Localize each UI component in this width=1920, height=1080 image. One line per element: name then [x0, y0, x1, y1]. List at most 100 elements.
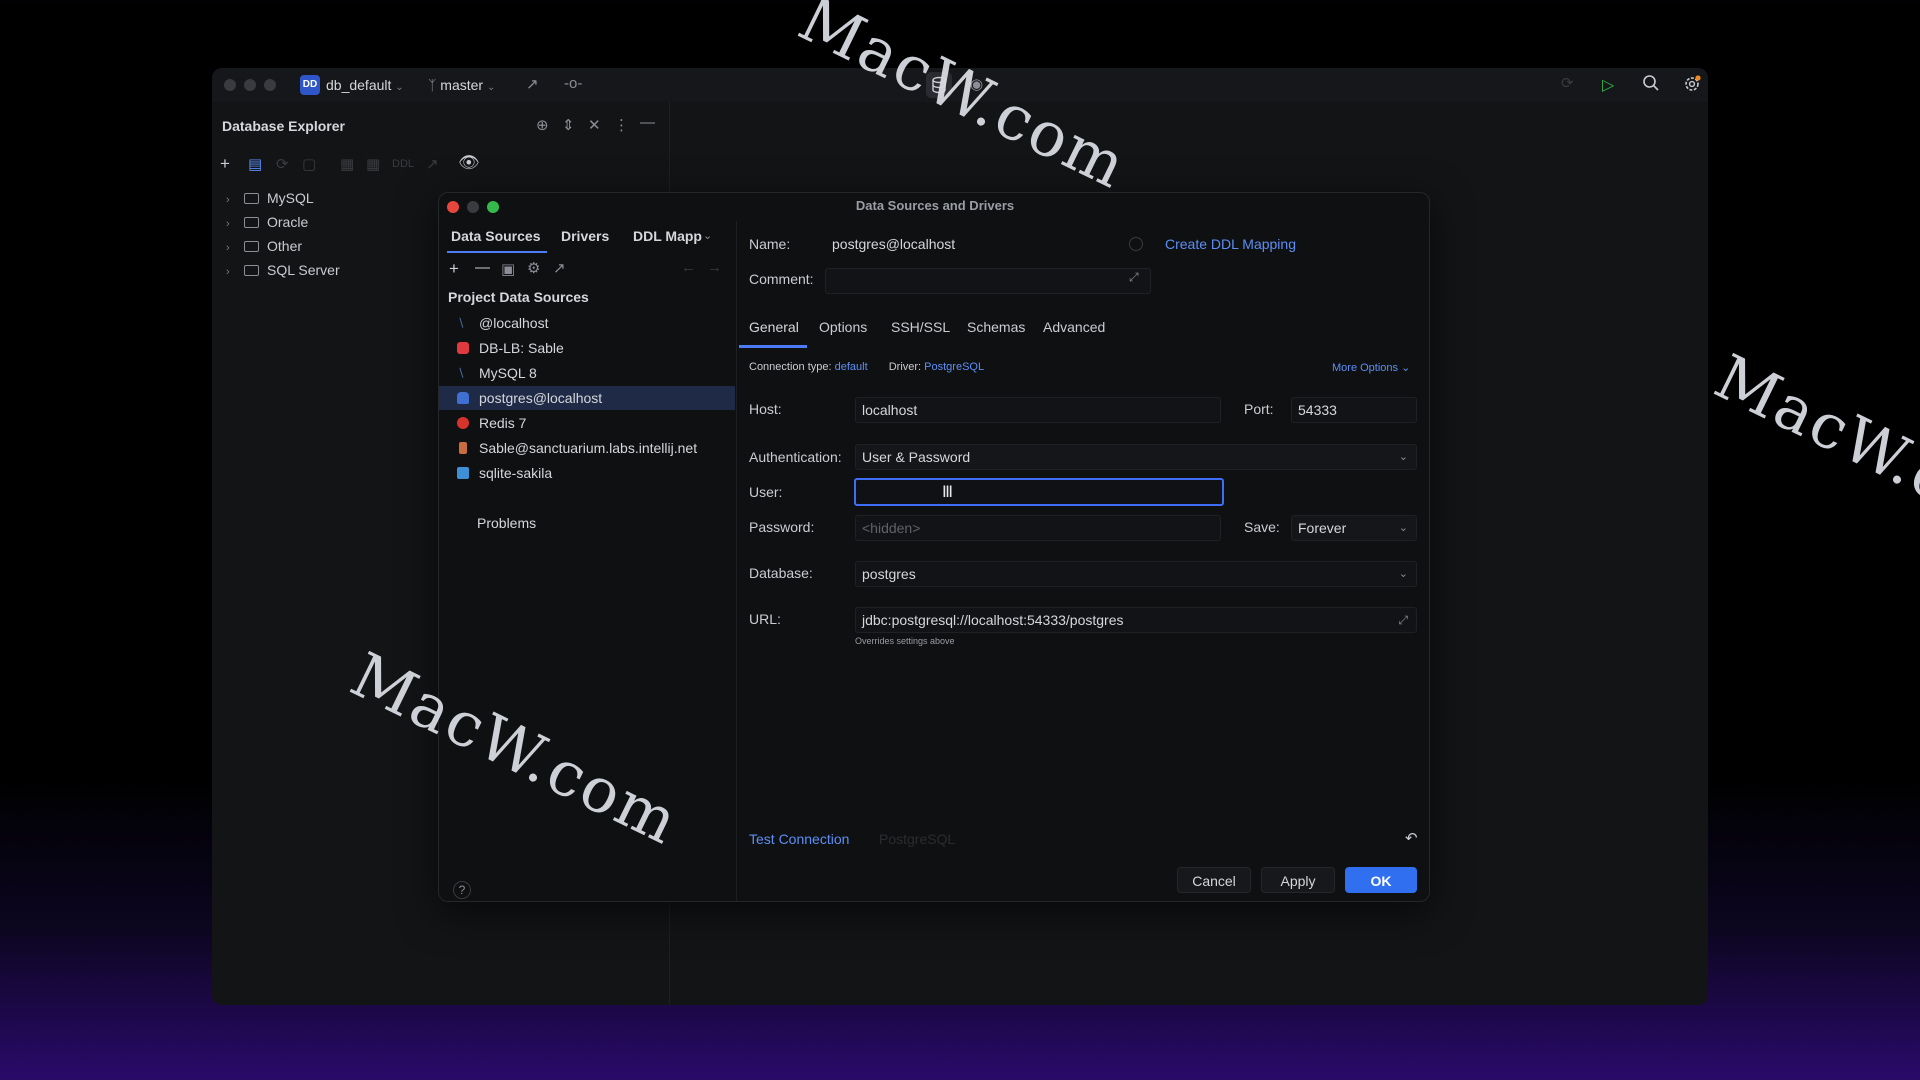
url-label: URL:: [749, 611, 781, 627]
driver-link[interactable]: PostgreSQL: [924, 361, 984, 373]
duplicate-icon[interactable]: ▣: [501, 260, 515, 278]
ok-button[interactable]: OK: [1345, 867, 1417, 893]
port-field[interactable]: 54333: [1291, 397, 1417, 423]
host-field[interactable]: localhost: [855, 397, 1221, 423]
tab-data-sources[interactable]: Data Sources: [451, 228, 540, 244]
search-icon[interactable]: [1642, 74, 1660, 96]
url-field[interactable]: jdbc:postgresql://localhost:54333/postgr…: [855, 607, 1417, 633]
window-minimize-button[interactable]: [244, 79, 256, 91]
tree-folder-other[interactable]: › Other: [226, 238, 302, 260]
data-source-properties-icon[interactable]: ▤: [248, 155, 262, 173]
expand-field-icon[interactable]: ⤢: [1129, 270, 1139, 285]
authentication-value: User & Password: [862, 449, 971, 465]
expand-icon[interactable]: ⇕: [562, 116, 575, 134]
remove-icon[interactable]: —: [475, 259, 490, 276]
minimize-panel-icon[interactable]: —: [640, 114, 655, 131]
chevron-right-icon: ›: [226, 218, 230, 230]
mysql-icon: ∖: [457, 316, 465, 330]
help-button[interactable]: ?: [453, 881, 471, 899]
tree-folder-oracle[interactable]: › Oracle: [226, 214, 308, 236]
tab-ddl-mappings[interactable]: DDL Mapp: [633, 228, 702, 244]
subtab-options[interactable]: Options: [819, 319, 867, 335]
reset-icon[interactable]: ↶: [1405, 829, 1418, 847]
chevron-down-icon[interactable]: ⌄: [703, 229, 712, 242]
authentication-select[interactable]: User & Password ⌄: [855, 444, 1417, 470]
jump-icon[interactable]: ↗: [426, 155, 439, 173]
add-icon[interactable]: +: [220, 154, 230, 174]
data-source-postgres-localhost[interactable]: postgres@localhost: [439, 386, 735, 410]
tree-folder-mysql[interactable]: › MySQL: [226, 190, 314, 212]
project-name: db_default: [326, 77, 392, 93]
grid-icon[interactable]: ▦: [366, 155, 380, 173]
more-options-icon[interactable]: ⋮: [614, 116, 629, 134]
explorer-title: Database Explorer: [222, 118, 345, 134]
chevron-right-icon: ›: [226, 194, 230, 206]
sync-icon[interactable]: ⟳: [1561, 74, 1574, 92]
ddl-icon[interactable]: DDL: [392, 158, 414, 170]
window-zoom-button[interactable]: [264, 79, 276, 91]
postgres-icon: [457, 392, 469, 404]
folder-icon: [244, 217, 259, 228]
expand-field-icon[interactable]: ⤢: [1398, 608, 1408, 632]
port-label: Port:: [1244, 401, 1274, 417]
color-picker-icon[interactable]: [1129, 237, 1143, 251]
data-source-label: MySQL 8: [479, 365, 537, 381]
comment-field[interactable]: [825, 268, 1151, 294]
subtab-general[interactable]: General: [749, 319, 799, 335]
problems-link[interactable]: Problems: [477, 515, 536, 531]
sqlite-icon: [457, 467, 469, 479]
refresh-icon[interactable]: ⟳: [276, 155, 289, 173]
subtab-ssh-ssl[interactable]: SSH/SSL: [891, 319, 950, 335]
data-source-redis-7[interactable]: Redis 7: [449, 411, 735, 435]
run-icon[interactable]: ▷: [1602, 75, 1614, 95]
connection-type-link[interactable]: default: [835, 361, 868, 373]
stop-icon[interactable]: ▢: [302, 155, 316, 173]
target-icon[interactable]: ⊕: [536, 116, 549, 134]
tab-drivers[interactable]: Drivers: [561, 228, 609, 244]
table-icon[interactable]: ▦: [340, 155, 354, 173]
apply-button[interactable]: Apply: [1261, 867, 1335, 893]
window-close-button[interactable]: [224, 79, 236, 91]
folder-label: MySQL: [267, 190, 314, 206]
data-source-mysql-8[interactable]: ∖ MySQL 8: [449, 361, 735, 385]
user-field[interactable]: [854, 478, 1224, 506]
data-source-db-lb-sable[interactable]: DB-LB: Sable: [449, 336, 735, 360]
sable-icon: [459, 442, 467, 454]
tree-folder-sql-server[interactable]: › SQL Server: [226, 262, 340, 284]
forward-arrow-icon[interactable]: →: [707, 259, 722, 276]
branch-selector[interactable]: ᛉ master ⌄: [428, 77, 495, 93]
commit-icon[interactable]: -o-: [564, 75, 582, 92]
name-field[interactable]: postgres@localhost: [825, 231, 1151, 257]
subtab-schemas[interactable]: Schemas: [967, 319, 1025, 335]
password-field[interactable]: <hidden>: [855, 515, 1221, 541]
data-source-sable-sanctuarium[interactable]: Sable@sanctuarium.labs.intellij.net: [449, 436, 735, 460]
open-external-icon[interactable]: ↗: [553, 259, 566, 277]
comment-label: Comment:: [749, 271, 814, 287]
create-ddl-mapping-link[interactable]: Create DDL Mapping: [1165, 236, 1296, 252]
data-source-sqlite-sakila[interactable]: sqlite-sakila: [449, 461, 735, 485]
database-value: postgres: [862, 566, 916, 582]
cancel-button[interactable]: Cancel: [1177, 867, 1251, 893]
data-source-label: sqlite-sakila: [479, 465, 553, 481]
project-selector[interactable]: db_default ⌄: [326, 77, 404, 93]
push-arrow-icon[interactable]: ↗: [526, 75, 539, 93]
save-password-select[interactable]: Forever ⌄: [1291, 515, 1417, 541]
chevron-right-icon: ›: [226, 266, 230, 278]
settings-gear-icon[interactable]: [1682, 74, 1702, 97]
settings-icon[interactable]: ⚙: [527, 259, 540, 277]
eye-icon[interactable]: 👁: [458, 153, 480, 173]
test-connection-link[interactable]: Test Connection: [749, 831, 849, 847]
chevron-down-icon: ⌄: [1398, 451, 1408, 463]
more-options-link[interactable]: More Options ⌄: [1332, 361, 1410, 374]
data-source-label: postgres@localhost: [479, 390, 603, 406]
data-source-localhost[interactable]: ∖ @localhost: [449, 311, 735, 335]
database-field[interactable]: postgres ⌄: [855, 561, 1417, 587]
host-label: Host:: [749, 401, 782, 417]
chevron-down-icon: ⌄: [1401, 362, 1411, 374]
more-options-label: More Options: [1332, 362, 1399, 374]
subtab-advanced[interactable]: Advanced: [1043, 319, 1105, 335]
add-data-source-icon[interactable]: +: [449, 259, 459, 279]
back-arrow-icon[interactable]: ←: [681, 259, 696, 276]
collapse-icon[interactable]: ✕: [588, 116, 601, 134]
data-source-label: Sable@sanctuarium.labs.intellij.net: [479, 440, 698, 456]
